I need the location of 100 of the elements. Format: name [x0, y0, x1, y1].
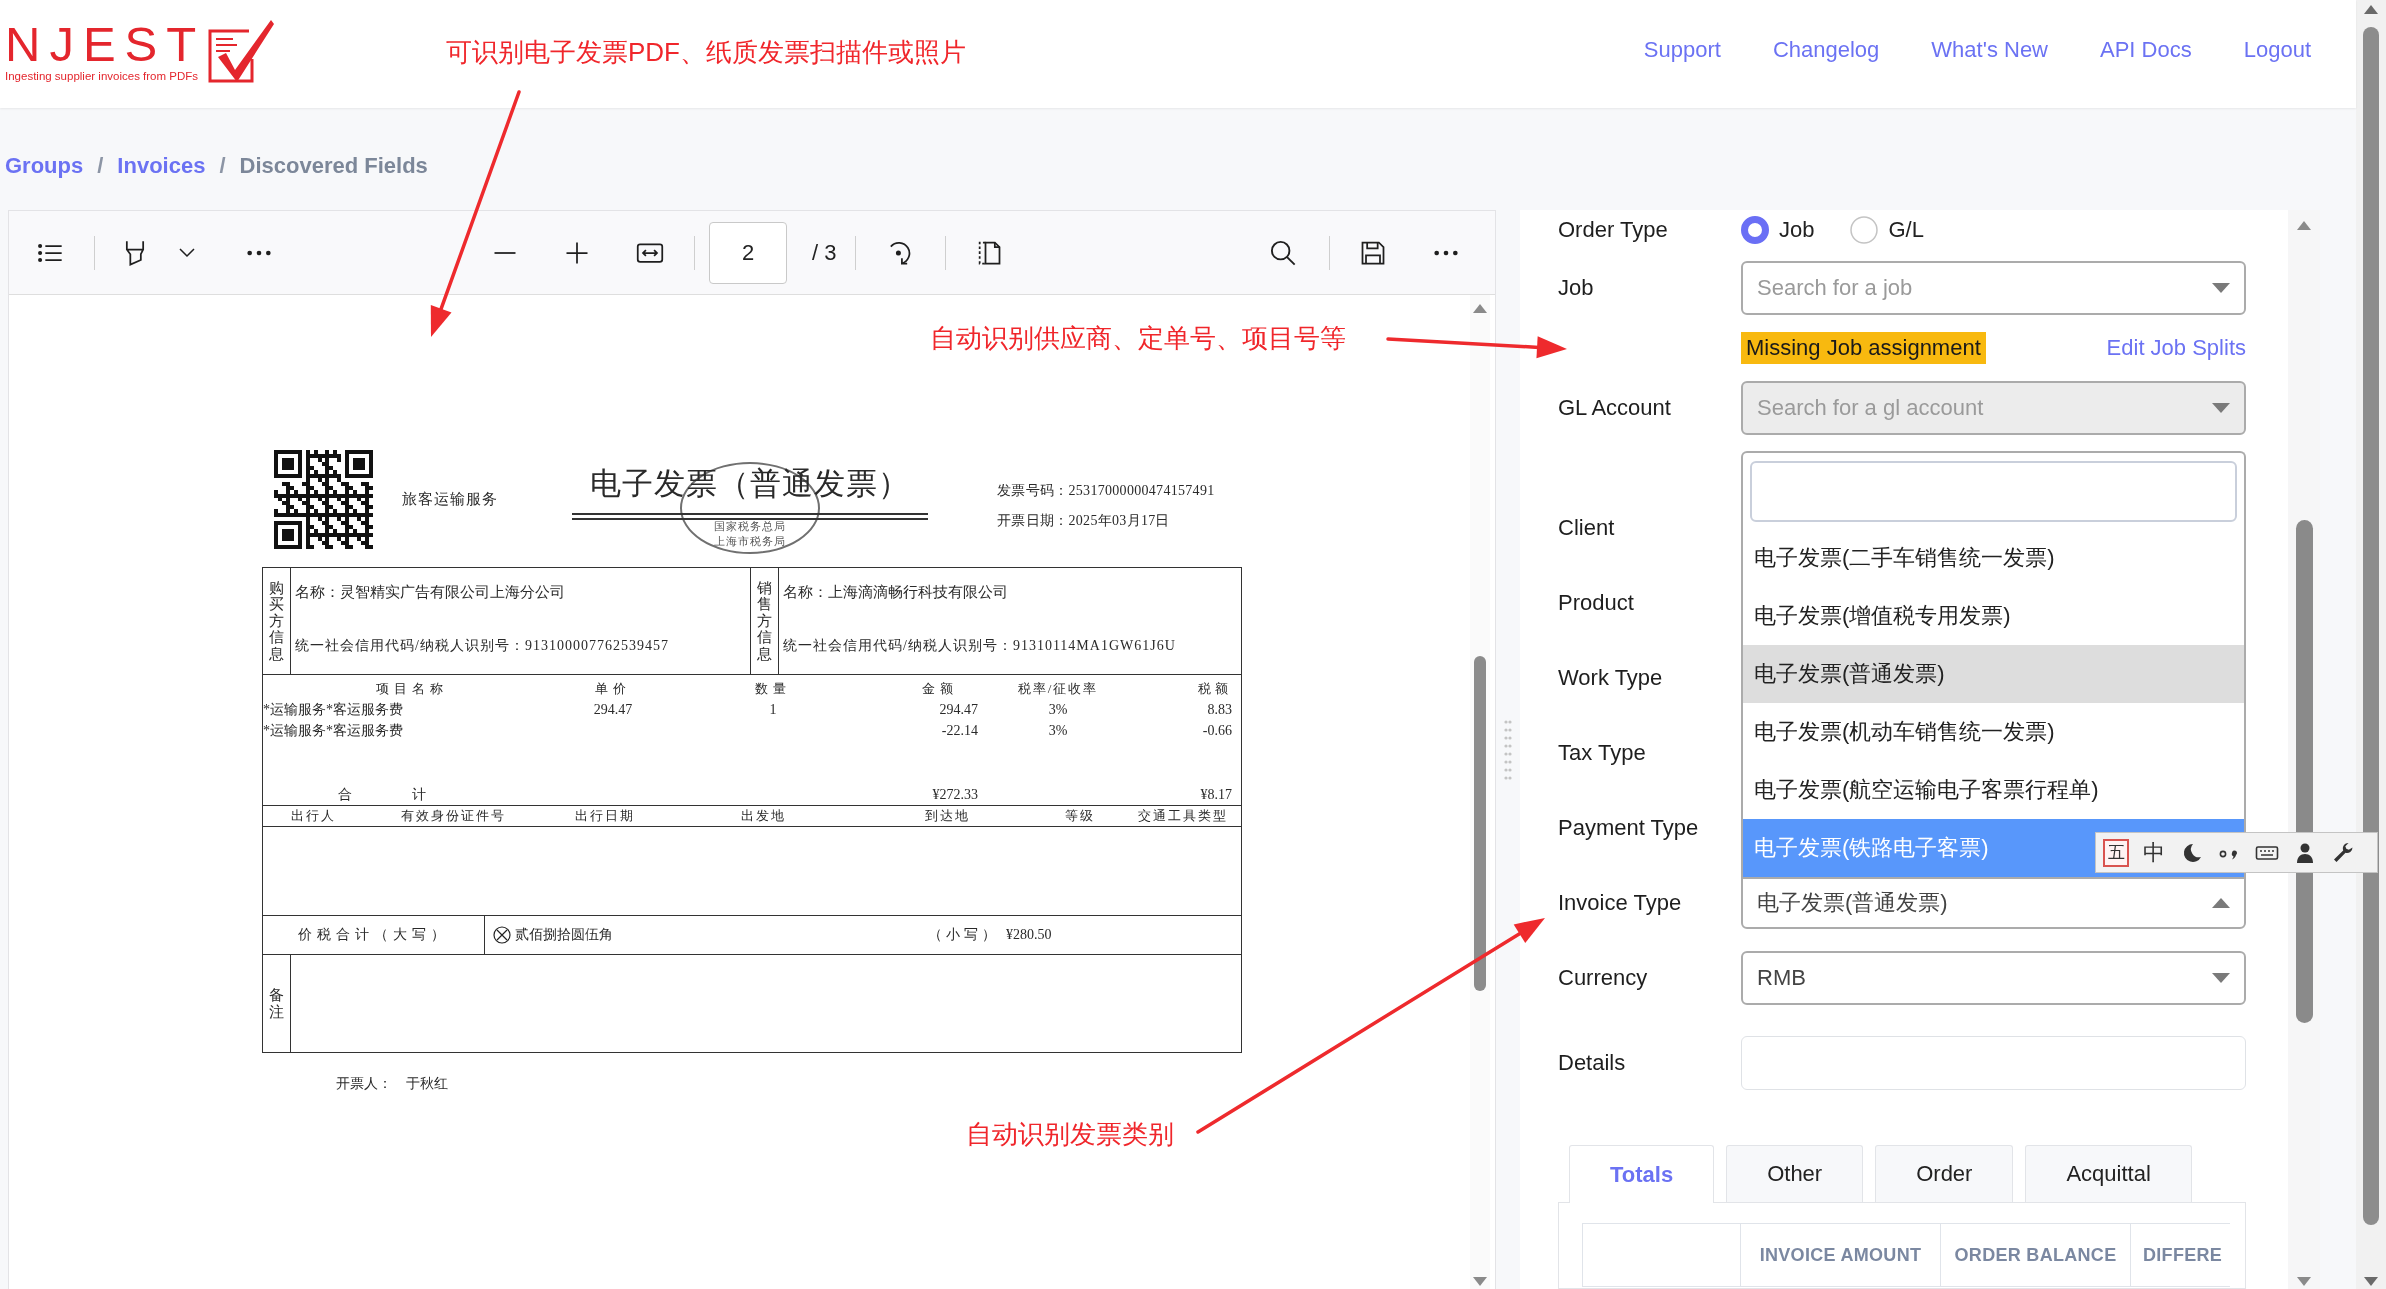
tax-rate: 3% — [1048, 701, 1068, 719]
field-label: Details — [1558, 1049, 1627, 1076]
nav-link[interactable]: Logout — [2243, 37, 2311, 63]
currency-select[interactable]: RMB — [1741, 950, 2246, 1005]
field-label: Currency — [1558, 964, 1649, 991]
issuer-name: 于秋红 — [406, 1075, 448, 1093]
field-label: GL Account — [1558, 394, 1672, 421]
chevron-down-icon[interactable] — [177, 246, 197, 259]
dropdown-option[interactable]: 电子发票(二手车销售统一发票) — [1743, 528, 2244, 587]
annotation-text: 可识别电子发票PDF、纸质发票扫描件或照片 — [446, 36, 966, 68]
qr-code-icon — [274, 450, 373, 549]
figures-label: （小写） — [928, 926, 1000, 944]
scroll-down-icon[interactable] — [2297, 1277, 2311, 1286]
tab[interactable]: Totals — [1569, 1145, 1715, 1203]
column-header: 有效身份证件号 — [400, 807, 506, 825]
scroll-down-icon[interactable] — [1473, 1277, 1487, 1286]
column-header: 项目名称 — [376, 680, 448, 698]
radio-button[interactable] — [1850, 216, 1879, 244]
nav-link[interactable]: Support — [1643, 37, 1721, 63]
radio-button[interactable] — [1741, 216, 1769, 244]
details-field[interactable] — [1741, 1035, 2246, 1090]
wrench-icon[interactable] — [2331, 840, 2355, 865]
amount-in-words: 贰佰捌拾圆伍角 — [515, 926, 613, 944]
nav-link[interactable]: What's New — [1931, 37, 2048, 63]
party-name: 名称：灵智精实广告有限公司上海分公司 — [295, 583, 565, 602]
invoice-meta: 发票号码：25317000000474157491 — [997, 482, 1215, 500]
field-label: Invoice Type — [1558, 889, 1683, 916]
warning-badge: Missing Job assignment — [1741, 331, 1986, 364]
field-label: Order Type — [1558, 217, 1669, 243]
breadcrumb-link[interactable]: Groups — [5, 153, 84, 179]
edit-job-splits-link[interactable]: Edit Job Splits — [2106, 334, 2246, 361]
radio-label: G/L — [1888, 217, 1924, 243]
scroll-up-icon[interactable] — [2297, 221, 2311, 230]
search-field[interactable] — [1750, 460, 2237, 522]
nav-link[interactable]: API Docs — [2100, 37, 2192, 63]
dropdown-option[interactable]: 电子发票(增值税专用发票) — [1743, 586, 2244, 645]
page-heading: Discovered Fields — [239, 153, 428, 179]
input-method-indicator[interactable]: 五 — [2103, 838, 2129, 867]
field-label: Tax Type — [1558, 739, 1647, 766]
amount: 294.47 — [939, 701, 978, 719]
quantity: 1 — [769, 701, 777, 719]
remarks-label: 备注 — [269, 987, 284, 1020]
tab[interactable]: Acquittal — [2025, 1145, 2192, 1202]
logo-tagline: Ingesting supplier invoices from PDFs — [5, 68, 199, 83]
scroll-up-icon[interactable] — [1473, 304, 1487, 313]
breadcrumb-separator: / — [219, 153, 226, 179]
caret-down-icon — [2212, 282, 2230, 293]
column-header: 出发地 — [740, 807, 786, 825]
page-count: / 3 — [812, 239, 837, 266]
field-label: Job — [1558, 274, 1595, 301]
field-label: Client — [1558, 514, 1616, 541]
column-header: 单价 — [595, 680, 631, 698]
language-toggle[interactable]: 中 — [2143, 837, 2165, 868]
annotation-text: 自动识别发票类别 — [966, 1118, 1174, 1150]
scrollbar-thumb[interactable] — [2363, 27, 2379, 1225]
column-header: 等级 — [1065, 807, 1095, 825]
tab[interactable]: Order — [1875, 1145, 2014, 1202]
column-header: 出行人 — [290, 807, 336, 825]
annotation-text: 自动识别供应商、定单号、项目号等 — [930, 322, 1346, 354]
dropdown-option[interactable]: 电子发票(普通发票) — [1743, 644, 2244, 703]
breadcrumb-separator: / — [97, 153, 104, 179]
stamp-text: 国家税务总局 — [714, 521, 786, 533]
scrollbar-thumb[interactable] — [2295, 520, 2313, 1023]
column-header: ORDER BALANCE — [1940, 1223, 2131, 1287]
party-name: 名称：上海滴滴畅行科技有限公司 — [783, 583, 1008, 602]
party-heading: 销售方信息 — [757, 579, 772, 663]
tax-rate: 3% — [1048, 722, 1068, 740]
scrollbar-thumb[interactable] — [1474, 656, 1486, 991]
tax-id: 统一社会信用代码/纳税人识别号：91310114MA1GW61J6U — [783, 637, 1176, 655]
item-name: *运输服务*客运服务费 — [263, 701, 403, 719]
page-number-field[interactable]: 2 — [709, 221, 787, 284]
stamp-text: 上海市税务局 — [714, 536, 786, 548]
caret-down-icon — [2212, 402, 2230, 413]
nav-link[interactable]: Changelog — [1772, 37, 1880, 63]
dropdown-option[interactable]: 电子发票(航空运输电子客票行程单) — [1743, 760, 2244, 819]
column-header: 数量 — [755, 680, 791, 698]
circled-x-icon — [493, 926, 511, 944]
tab[interactable]: Other — [1726, 1145, 1864, 1202]
column-header: 税额 — [1198, 680, 1232, 698]
search-icon[interactable] — [1269, 238, 1298, 267]
grand-total-amount: ¥280.50 — [1006, 927, 1052, 943]
party-heading: 购买方信息 — [269, 579, 284, 663]
tax-amount: -0.66 — [1202, 722, 1232, 740]
total-label: 合 计 — [338, 786, 426, 804]
column-header: 交通工具类型 — [1138, 807, 1228, 825]
dropdown-option[interactable]: 电子发票(机动车销售统一发票) — [1743, 702, 2244, 761]
column-header: 金额 — [922, 680, 958, 698]
column-header: 到达地 — [924, 807, 970, 825]
invoice-type-select[interactable]: 电子发票(普通发票) — [1741, 876, 2246, 929]
grand-total-label: 价税合计（大写） — [297, 926, 450, 944]
field-label: Product — [1558, 589, 1635, 616]
tax-amount: 8.83 — [1207, 701, 1232, 719]
field-label: Payment Type — [1558, 814, 1700, 841]
drag-handle-icon[interactable] — [1504, 718, 1512, 781]
scroll-up-icon[interactable] — [2364, 5, 2378, 14]
issuer-label: 开票人： — [336, 1075, 392, 1093]
column-header: 税率/征收率 — [1017, 680, 1099, 698]
invoice-meta: 开票日期：2025年03月17日 — [997, 512, 1171, 530]
scroll-down-icon[interactable] — [2364, 1277, 2378, 1286]
breadcrumb-link[interactable]: Invoices — [117, 153, 206, 179]
